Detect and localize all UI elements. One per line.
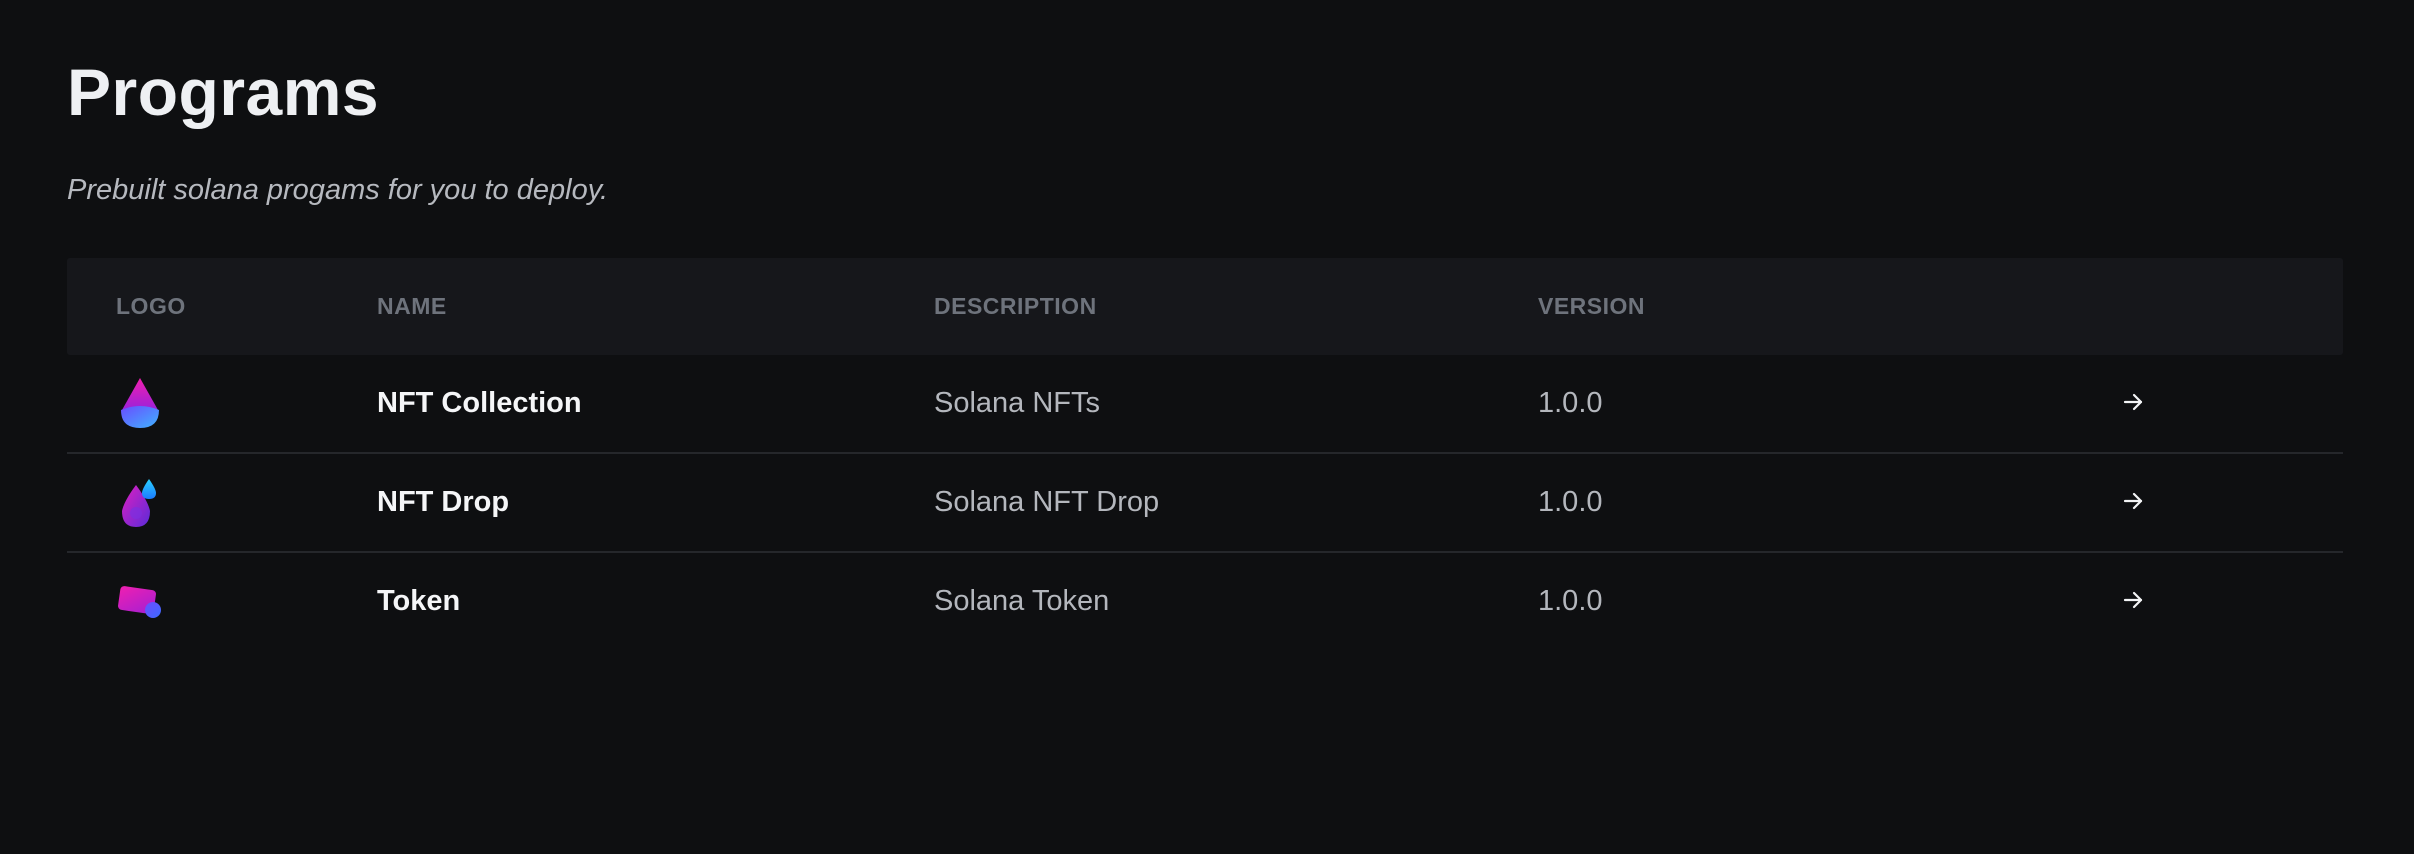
program-version: 1.0.0	[1538, 486, 1603, 518]
action-cell	[2115, 586, 2343, 618]
logo-cell	[67, 475, 377, 531]
page-subtitle: Prebuilt solana progams for you to deplo…	[67, 174, 609, 206]
program-description: Solana NFT Drop	[934, 486, 1160, 518]
header-description: DESCRIPTION	[934, 293, 1097, 319]
program-name: NFT Collection	[377, 387, 582, 419]
arrow-right-icon[interactable]	[2115, 384, 2151, 420]
arrow-right-icon[interactable]	[2115, 483, 2151, 519]
programs-page: Programs Prebuilt solana progams for you…	[0, 0, 2414, 854]
header-logo: LOGO	[116, 293, 186, 319]
arrow-right-icon[interactable]	[2115, 582, 2151, 618]
programs-table: LOGO NAME DESCRIPTION VERSION NFT Collec…	[67, 258, 2343, 650]
header-version: VERSION	[1538, 293, 1646, 319]
program-name: NFT Drop	[377, 486, 510, 518]
table-row[interactable]: NFT Collection Solana NFTs 1.0.0	[67, 355, 2343, 454]
table-row[interactable]: Token Solana Token 1.0.0	[67, 553, 2343, 650]
logo-cell	[67, 376, 377, 432]
program-version: 1.0.0	[1538, 387, 1603, 419]
program-name: Token	[377, 585, 461, 617]
page-title: Programs	[67, 55, 380, 129]
program-description: Solana NFTs	[934, 387, 1101, 419]
program-version: 1.0.0	[1538, 585, 1603, 617]
table-row[interactable]: NFT Drop Solana NFT Drop 1.0.0	[67, 454, 2343, 553]
header-name: NAME	[377, 293, 447, 319]
token-icon	[118, 585, 161, 618]
action-cell	[2115, 487, 2343, 519]
nft-drop-icon	[122, 478, 156, 527]
nft-collection-icon	[121, 377, 159, 428]
table-header: LOGO NAME DESCRIPTION VERSION	[67, 258, 2343, 355]
program-description: Solana Token	[934, 585, 1110, 617]
logo-cell	[67, 574, 377, 630]
action-cell	[2115, 388, 2343, 420]
